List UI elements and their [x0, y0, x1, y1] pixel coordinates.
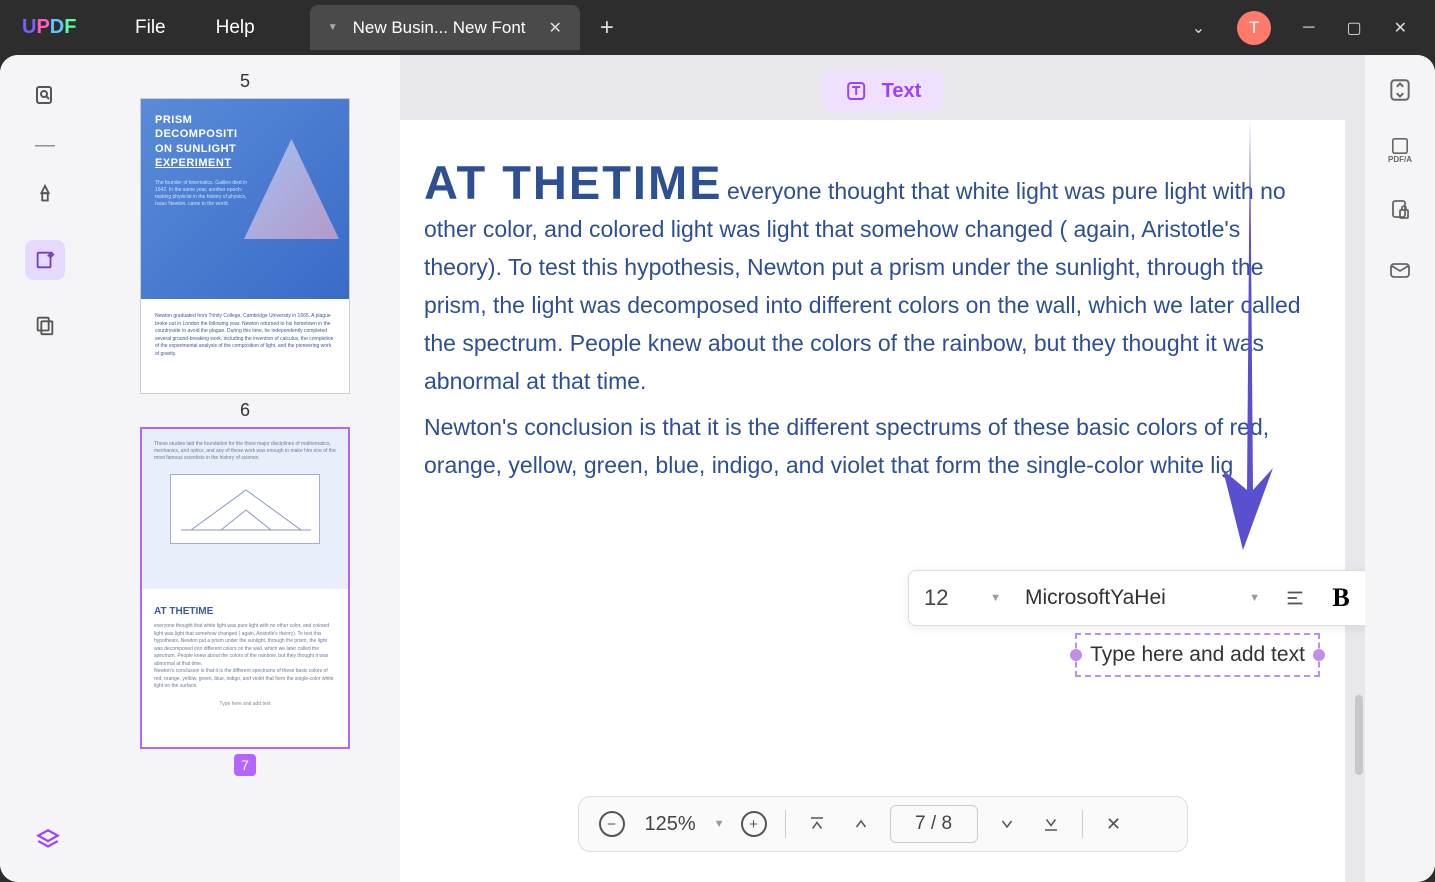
text-input-box[interactable]: Type here and add text — [1075, 633, 1320, 677]
titlebar: UPDF File Help ▼ New Busin... New Font ✕… — [0, 0, 1435, 55]
right-toolbar: PDF/A — [1365, 55, 1435, 882]
align-left-button[interactable] — [1276, 579, 1314, 617]
window-controls: ⌄ T ─ ▢ ✕ — [1192, 11, 1435, 45]
prev-page-button[interactable] — [846, 809, 876, 839]
add-tab-button[interactable]: + — [600, 14, 614, 42]
text-mode-pill[interactable]: Text — [822, 71, 944, 111]
left-toolbar: — — [0, 55, 90, 882]
pdfa-tool[interactable]: PDF/A — [1385, 135, 1415, 165]
convert-tool[interactable] — [1385, 75, 1415, 105]
chevron-down-icon[interactable]: ▼ — [714, 818, 725, 830]
pages-tool[interactable] — [25, 305, 65, 345]
edit-text-tool[interactable] — [25, 240, 65, 280]
resize-handle-left[interactable] — [1070, 649, 1082, 661]
chevron-down-icon: ▼ — [1249, 592, 1260, 604]
format-toolbar: 12▼ MicrosoftYaHei▼ B I ⌄ — [908, 570, 1365, 626]
page-heading: AT THETIME — [424, 156, 723, 209]
chevron-down-icon[interactable]: ⌄ — [1192, 18, 1205, 38]
app-logo: UPDF — [0, 16, 80, 39]
scrollbar[interactable] — [1355, 695, 1363, 775]
mail-tool[interactable] — [1385, 255, 1415, 285]
first-page-button[interactable] — [802, 809, 832, 839]
minimize-button[interactable]: ─ — [1303, 19, 1314, 37]
collapse-icon[interactable]: — — [25, 140, 65, 150]
search-tool[interactable] — [25, 75, 65, 115]
tab-title: New Busin... New Font — [353, 18, 526, 38]
avatar[interactable]: T — [1237, 11, 1271, 45]
bold-button[interactable]: B — [1322, 579, 1360, 617]
thumbnail-7[interactable]: These studies laid the foundation for th… — [140, 427, 350, 749]
thumb-number: 6 — [135, 400, 355, 421]
main-area: — 5 PRISM DECOMPOSITI ON SUNLIGHT EXPERI… — [0, 55, 1435, 882]
page-indicator[interactable]: 7 / 8 — [890, 805, 978, 843]
protect-tool[interactable] — [1385, 195, 1415, 225]
menu-file[interactable]: File — [135, 17, 166, 39]
next-page-button[interactable] — [992, 809, 1022, 839]
resize-handle-right[interactable] — [1313, 649, 1325, 661]
menu-bar: File Help — [80, 17, 255, 39]
thumbnail-panel: 5 PRISM DECOMPOSITI ON SUNLIGHT EXPERIME… — [90, 55, 400, 882]
view-controls-bar: − 125% ▼ + 7 / 8 ✕ — [578, 796, 1188, 852]
text-mode-label: Text — [882, 80, 922, 103]
text-icon — [844, 79, 868, 103]
zoom-out-button[interactable]: − — [597, 809, 627, 839]
font-size-select[interactable]: 12▼ — [924, 585, 1009, 611]
layers-button[interactable] — [28, 820, 68, 860]
highlight-tool[interactable] — [25, 175, 65, 215]
maximize-button[interactable]: ▢ — [1346, 18, 1361, 38]
font-family-select[interactable]: MicrosoftYaHei▼ — [1017, 586, 1268, 610]
document-page[interactable]: AT THETIME everyone thought that white l… — [400, 120, 1345, 882]
menu-help[interactable]: Help — [216, 17, 255, 39]
last-page-button[interactable] — [1036, 809, 1066, 839]
text-placeholder: Type here and add text — [1090, 643, 1305, 667]
close-button[interactable]: ✕ — [1394, 18, 1407, 38]
thumb-number: 5 — [135, 71, 355, 92]
tab-chevron-icon: ▼ — [328, 22, 338, 33]
page-paragraph-2: Newton's conclusion is that it is the di… — [424, 409, 1321, 485]
close-bar-button[interactable]: ✕ — [1099, 809, 1129, 839]
zoom-level: 125% — [645, 813, 696, 836]
chevron-down-icon: ▼ — [990, 592, 1001, 604]
page-paragraph-1: everyone thought that white light was pu… — [424, 178, 1301, 394]
document-tab[interactable]: ▼ New Busin... New Font ✕ — [310, 5, 580, 50]
current-page-badge: 7 — [234, 754, 256, 776]
close-icon[interactable]: ✕ — [549, 18, 562, 38]
zoom-in-button[interactable]: + — [739, 809, 769, 839]
thumbnail-5[interactable]: PRISM DECOMPOSITI ON SUNLIGHT EXPERIMENT… — [140, 98, 350, 394]
document-view: Text AT THETIME everyone thought that wh… — [400, 55, 1365, 882]
content-frame: — 5 PRISM DECOMPOSITI ON SUNLIGHT EXPERI… — [0, 55, 1435, 882]
